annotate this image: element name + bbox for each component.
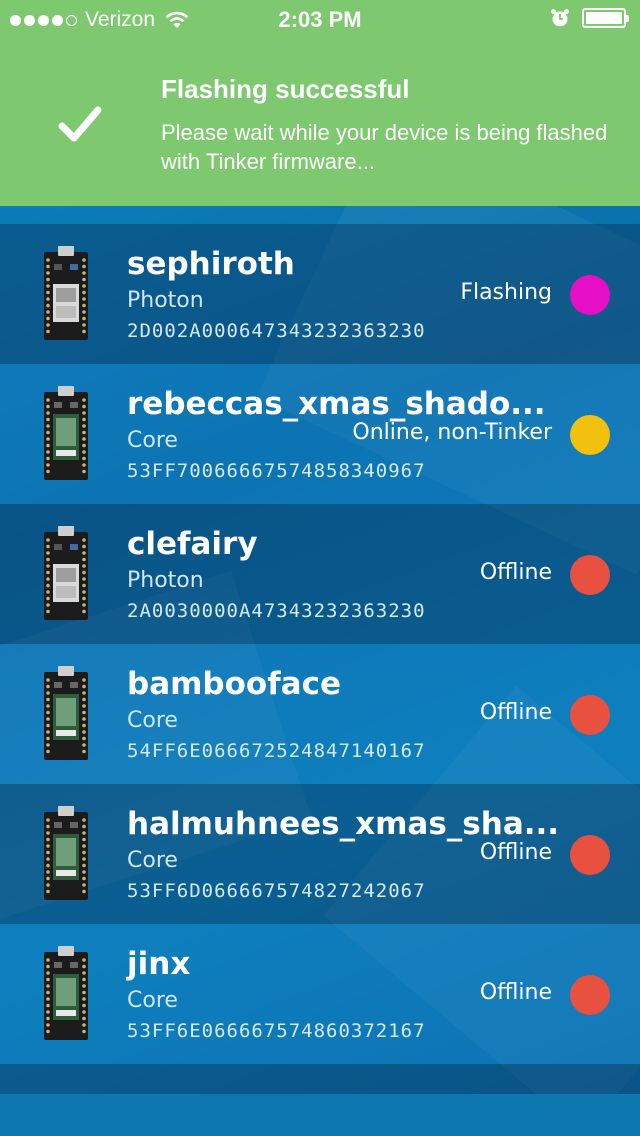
bottom-strip	[0, 1094, 640, 1136]
device-id: 53FF6E066667574860372167	[127, 1020, 426, 1042]
status-indicator-dot	[570, 975, 610, 1015]
device-type: Core	[127, 848, 178, 873]
status-indicator-dot	[570, 695, 610, 735]
device-row[interactable]: bambooface Core 54FF6E066672524847140167 Of…	[0, 644, 640, 784]
device-row[interactable]: rebeccas_xmas_shado... Core 53FF7006666757…	[0, 364, 640, 504]
device-row[interactable]: clefairy Photon 2A0030000A47343232363230 Of…	[0, 504, 640, 644]
flash-success-banner: Verizon 2:03 PM Flashing successful Plea…	[0, 0, 640, 206]
status-indicator-dot	[570, 275, 610, 315]
status-bar: Verizon 2:03 PM	[0, 0, 640, 40]
device-status-label: Offline	[479, 840, 552, 865]
photon-board-icon	[44, 526, 88, 620]
photon-board-icon	[44, 246, 88, 340]
device-status-label: Offline	[479, 980, 552, 1005]
device-id: 2A0030000A47343232363230	[127, 600, 426, 622]
device-name: clefairy	[127, 526, 258, 562]
clock: 2:03 PM	[278, 7, 362, 32]
alarm-clock-icon	[551, 9, 569, 27]
device-name: bambooface	[127, 666, 342, 702]
device-id: 54FF6E066672524847140167	[127, 740, 426, 762]
device-list: sephiroth Photon 2D002A000647343232363230 F…	[0, 224, 640, 1064]
device-type: Core	[127, 708, 178, 733]
core-board-icon	[44, 386, 88, 480]
checkmark-icon	[58, 106, 102, 142]
status-indicator-dot	[570, 835, 610, 875]
device-name: halmuhnees_xmas_sha...	[127, 806, 560, 842]
device-id: 53FF70066667574858340967	[127, 460, 426, 482]
battery-icon	[582, 8, 629, 28]
device-row[interactable]: sephiroth Photon 2D002A000647343232363230 F…	[0, 224, 640, 364]
core-board-icon	[44, 666, 88, 760]
device-status-label: Flashing	[460, 280, 552, 305]
device-name: jinx	[127, 946, 191, 982]
device-type: Core	[127, 988, 178, 1013]
device-status-label: Offline	[479, 560, 552, 585]
banner-title: Flashing successful	[161, 74, 410, 104]
device-id: 53FF6D066667574827242067	[127, 880, 426, 902]
core-board-icon	[44, 946, 88, 1040]
core-board-icon	[44, 806, 88, 900]
device-status-label: Offline	[479, 700, 552, 725]
device-type: Core	[127, 428, 178, 453]
device-name: sephiroth	[127, 246, 295, 282]
device-id: 2D002A000647343232363230	[127, 320, 426, 342]
device-name: rebeccas_xmas_shado...	[127, 386, 546, 422]
device-row-partial[interactable]	[0, 1064, 640, 1094]
device-status-label: Online, non-Tinker	[352, 420, 552, 445]
banner-message: Please wait while your device is being f…	[161, 120, 608, 174]
status-indicator-dot	[570, 555, 610, 595]
device-type: Photon	[127, 568, 204, 593]
device-row[interactable]: halmuhnees_xmas_sha... Core 53FF6D06666757…	[0, 784, 640, 924]
device-type: Photon	[127, 288, 204, 313]
status-indicator-dot	[570, 415, 610, 455]
device-row[interactable]: jinx Core 53FF6E066667574860372167 Offline	[0, 924, 640, 1064]
